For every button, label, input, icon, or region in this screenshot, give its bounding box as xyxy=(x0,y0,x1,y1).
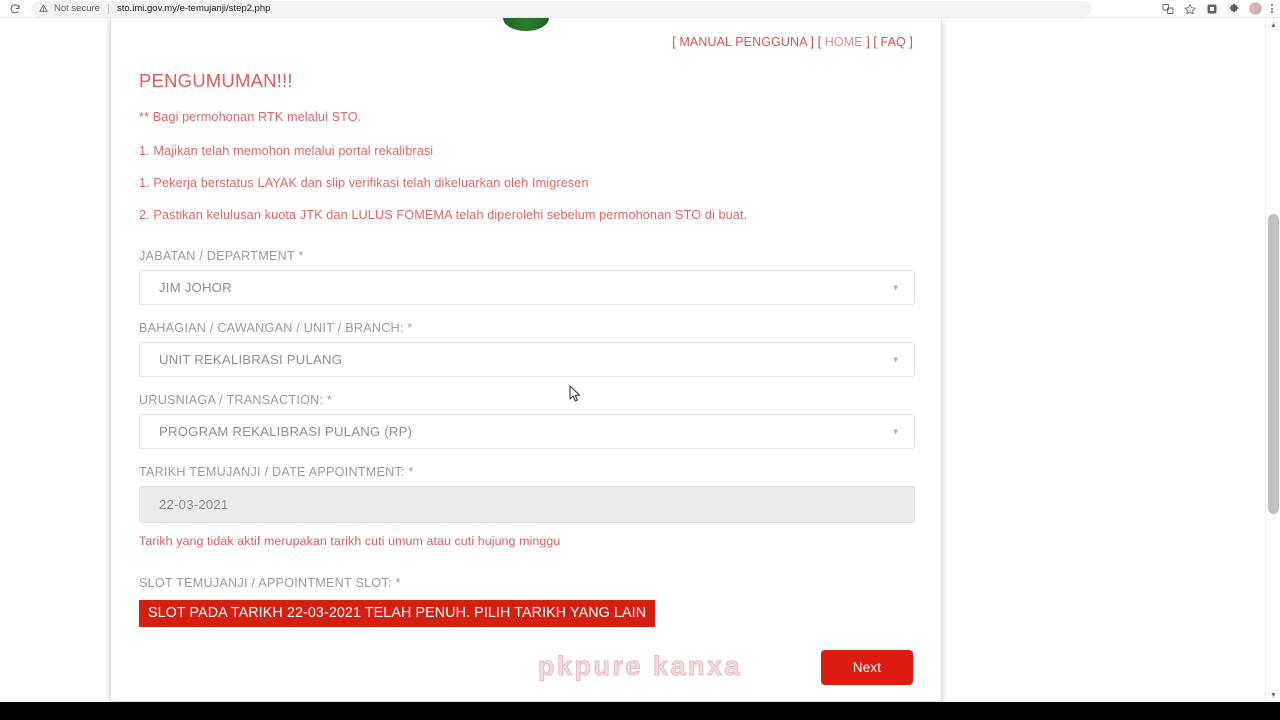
field-department: JABATAN / DEPARTMENT * JIM JOHOR ▼ xyxy=(139,249,915,305)
nav-link-home[interactable]: HOME xyxy=(825,35,863,49)
nav-link-faq[interactable]: FAQ xyxy=(881,35,906,49)
url-text: sto.imi.gov.my/e-temujanji/step2.php xyxy=(116,3,271,14)
translate-icon[interactable] xyxy=(1161,2,1174,15)
field-branch: BAHAGIAN / CAWANGAN / UNIT / BRANCH: * U… xyxy=(139,321,915,377)
bracket-close-faq: ] xyxy=(909,35,913,49)
label-appointment-slot: SLOT TEMUJANJI / APPOINTMENT SLOT: * xyxy=(139,576,401,590)
label-department: JABATAN / DEPARTMENT * xyxy=(139,249,304,263)
appointment-form-card: [ MANUAL PENGGUNA ] [ HOME ] [ FAQ ] PEN… xyxy=(110,18,942,702)
bracket-open-faq: [ xyxy=(873,35,877,49)
browser-toolbar: Not secure sto.imi.gov.my/e-temujanji/st… xyxy=(0,0,1280,18)
bracket-open-home: [ xyxy=(817,35,822,49)
header-nav-links: [ MANUAL PENGGUNA ] [ HOME ] [ FAQ ] xyxy=(139,18,913,49)
announcement-line-1: 1. Majikan telah memohon melalui portal … xyxy=(139,144,434,158)
label-transaction: URUSNIAGA / TRANSACTION: * xyxy=(139,393,333,407)
bracket-close-manual: ] xyxy=(810,35,814,49)
announcement-title: PENGUMUMAN!!! xyxy=(139,70,293,91)
reload-icon[interactable] xyxy=(8,2,21,15)
slot-full-alert: SLOT PADA TARIKH 22-03-2021 TELAH PENUH.… xyxy=(139,600,656,627)
transaction-select[interactable]: PROGRAM REKALIBRASI PULANG (RP) xyxy=(139,414,915,449)
bracket-close-home: ] xyxy=(866,35,870,49)
field-transaction: URUSNIAGA / TRANSACTION: * PROGRAM REKAL… xyxy=(139,393,915,449)
bracket-open-manual: [ xyxy=(672,35,676,49)
extensions-puzzle-icon[interactable] xyxy=(1227,2,1240,15)
department-select[interactable]: JIM JOHOR xyxy=(139,270,915,305)
profile-avatar[interactable] xyxy=(1249,2,1262,15)
scrollbar-thumb[interactable] xyxy=(1268,214,1279,514)
label-branch: BAHAGIAN / CAWANGAN / UNIT / BRANCH: * xyxy=(139,321,413,335)
omnibox-divider xyxy=(107,3,109,14)
field-date-appointment: TARIKH TEMUJANJI / DATE APPOINTMENT: * T… xyxy=(139,465,915,548)
transaction-select-wrap: PROGRAM REKALIBRASI PULANG (RP) ▼ xyxy=(139,414,915,449)
scroll-up-arrow-icon[interactable]: ▲ xyxy=(1266,18,1280,32)
vertical-scrollbar[interactable]: ▲ ▼ xyxy=(1265,18,1280,702)
security-status-label: Not secure xyxy=(54,3,100,14)
announcement-line-2: 1. Pekerja berstatus LAYAK dan slip veri… xyxy=(139,176,589,190)
nav-link-manual-pengguna[interactable]: MANUAL PENGGUNA xyxy=(679,35,806,49)
page-viewport: [ MANUAL PENGGUNA ] [ HOME ] [ FAQ ] PEN… xyxy=(0,18,1280,702)
bottom-letterbox xyxy=(0,702,1280,720)
chrome-menu-icon[interactable] xyxy=(1271,4,1273,13)
scroll-down-arrow-icon[interactable]: ▼ xyxy=(1266,688,1280,702)
date-holiday-note: Tarikh yang tidak aktif merupakan tarikh… xyxy=(139,534,561,548)
address-bar[interactable]: Not secure sto.imi.gov.my/e-temujanji/st… xyxy=(31,0,1091,17)
field-appointment-slot: SLOT TEMUJANJI / APPOINTMENT SLOT: * SLO… xyxy=(139,576,913,627)
date-appointment-input[interactable] xyxy=(139,486,915,523)
branch-select-wrap: UNIT REKALIBRASI PULANG ▼ xyxy=(139,342,915,377)
extension-badge-icon[interactable] xyxy=(1205,2,1218,15)
announcement-line-3: 2. Pastikan kelulusan kuota JTK dan LULU… xyxy=(139,208,748,222)
department-select-wrap: JIM JOHOR ▼ xyxy=(139,270,915,305)
announcement-line-0: ** Bagi permohonan RTK melalui STO. xyxy=(139,110,362,124)
bookmark-star-icon[interactable] xyxy=(1183,2,1196,15)
warning-triangle-icon xyxy=(39,4,48,13)
toolbar-right-group xyxy=(1161,2,1280,15)
branch-select[interactable]: UNIT REKALIBRASI PULANG xyxy=(139,342,915,377)
appointment-form: JABATAN / DEPARTMENT * JIM JOHOR ▼ BAHAG… xyxy=(139,249,915,685)
toolbar-left-group: Not secure sto.imi.gov.my/e-temujanji/st… xyxy=(0,0,1091,17)
label-date-appointment: TARIKH TEMUJANJI / DATE APPOINTMENT: * xyxy=(139,465,414,479)
next-button[interactable]: Next xyxy=(821,650,913,685)
form-actions: Next xyxy=(139,650,913,685)
